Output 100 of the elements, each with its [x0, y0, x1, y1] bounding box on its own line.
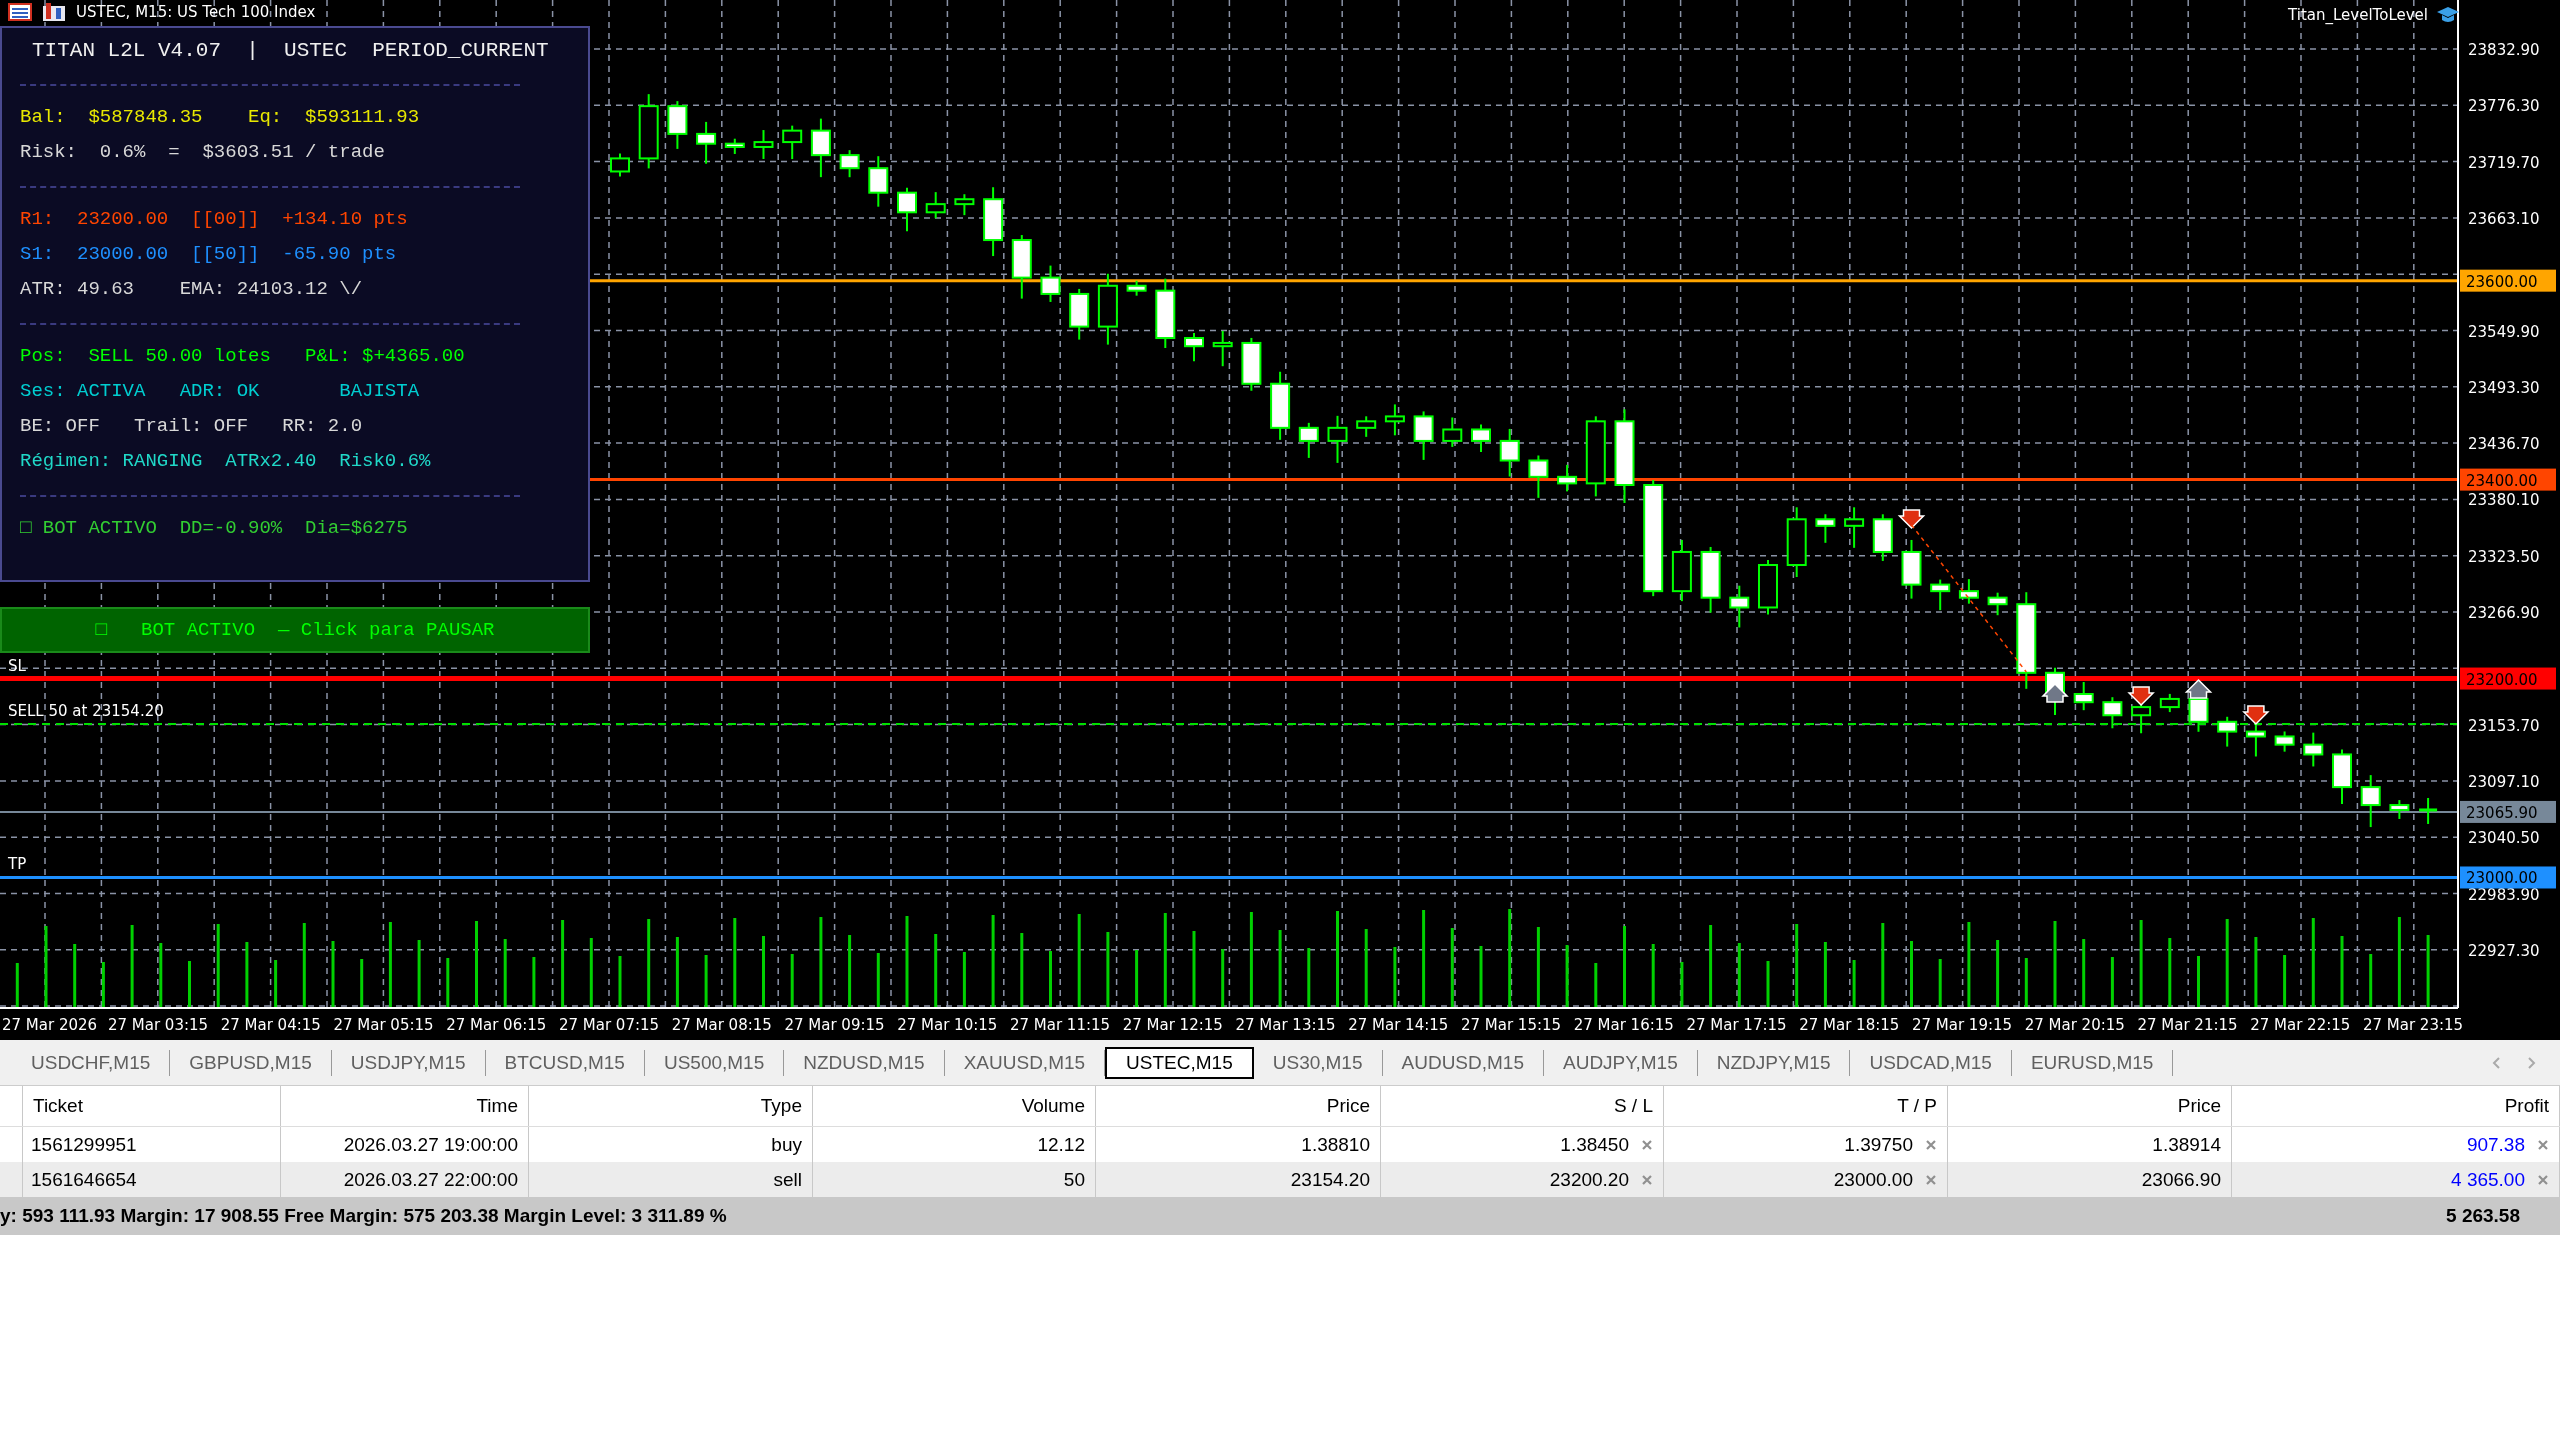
candle [1356, 415, 1377, 438]
time-axis-label: 27 Mar 15:15 [1460, 1016, 1562, 1034]
close-icon[interactable] [1925, 1173, 1937, 1186]
candle [1786, 506, 1807, 578]
volume-bar [2082, 939, 2086, 1008]
column-header[interactable]: Time [476, 1095, 518, 1117]
candle [810, 117, 831, 179]
candle [1958, 578, 1979, 605]
chart-icon[interactable] [42, 2, 66, 22]
candle [1671, 538, 1692, 603]
volume-bar [675, 937, 679, 1008]
candle [2073, 681, 2094, 712]
panel-line: R1: 23200.00 [[00]] +134.10 pts [20, 207, 409, 232]
symbol-tab[interactable]: US30,M15 [1253, 1049, 1383, 1076]
price-axis-label: 23493.30 [2468, 378, 2540, 397]
time-axis-label: 27 Mar 06:15 [446, 1016, 547, 1034]
symbol-tab[interactable]: BTCUSD,M15 [485, 1049, 645, 1076]
table-cell: 23000.00 [1833, 1168, 1913, 1191]
symbol-tab[interactable]: US500,M15 [644, 1049, 785, 1076]
column-header[interactable]: Type [760, 1095, 802, 1117]
table-cell: 2026.03.27 22:00:00 [343, 1168, 518, 1191]
column-header[interactable]: T / P [1897, 1095, 1937, 1117]
price-axis-label: 23097.10 [2468, 772, 2540, 791]
symbol-tab[interactable]: USDJPY,M15 [331, 1049, 486, 1076]
buy-arrow-icon [2041, 682, 2069, 703]
volume-bar [2197, 956, 2200, 1008]
time-axis-label: 27 Mar 09:15 [784, 1016, 885, 1034]
price-axis-label: 23266.90 [2468, 604, 2540, 622]
column-header[interactable]: Ticket [33, 1095, 83, 1117]
candle [724, 137, 745, 155]
volume-bar [2369, 954, 2373, 1008]
volume-bar [245, 942, 249, 1008]
candle [1930, 578, 1951, 612]
price-axis-label: 23832.90 [2468, 41, 2540, 59]
table-cell: 1.38914 [2152, 1133, 2221, 1156]
volume-bar [503, 939, 507, 1008]
price-axis-label: 23153.70 [2468, 716, 2540, 735]
candle [1442, 416, 1463, 448]
symbol-tab[interactable]: EURUSD,M15 [2011, 1049, 2174, 1076]
price-axis-label: 23040.50 [2468, 829, 2540, 848]
candle [1184, 332, 1204, 363]
symbol-tab[interactable]: AUDJPY,M15 [1544, 1049, 1698, 1076]
volume-bar [274, 960, 278, 1008]
table-cell: buy [771, 1133, 802, 1156]
column-header[interactable]: Volume [1021, 1095, 1085, 1117]
volume-bar [1996, 940, 2000, 1008]
candle [1270, 370, 1291, 441]
column-header[interactable]: Price [1326, 1095, 1370, 1117]
volume-bar [1479, 946, 1483, 1008]
candle [610, 152, 630, 178]
time-axis-label: 27 Mar 22:15 [2250, 1016, 2351, 1034]
candle [2389, 799, 2410, 820]
price-tag: 23400.00 [2460, 468, 2556, 491]
symbol-tab[interactable]: USTEC,M15 [1105, 1046, 1254, 1079]
panel-line: Pos: SELL 50.00 lotes P&L: $+4365.00 [20, 344, 466, 369]
close-icon[interactable] [1641, 1173, 1653, 1186]
symbol-tab[interactable]: AUDUSD,M15 [1382, 1049, 1544, 1076]
candle [1069, 287, 1090, 341]
panel-line: Ses: ACTIVA ADR: OK BAJISTA [20, 379, 421, 404]
column-header[interactable]: Price [2177, 1095, 2221, 1117]
volume-bar [876, 953, 880, 1008]
close-icon[interactable] [2537, 1138, 2549, 1151]
volume-bar [2340, 936, 2344, 1008]
total-profit: 5 263.58 [2446, 1205, 2520, 1227]
time-axis-label: 27 Mar 19:15 [1911, 1016, 2013, 1034]
column-header[interactable]: Profit [2504, 1095, 2549, 1117]
pause-bot-button[interactable]: □ BOT ACTIVO — Click para PAUSAR [0, 607, 590, 653]
menu-icon[interactable] [8, 3, 32, 21]
symbol-tab[interactable]: NZDUSD,M15 [784, 1049, 945, 1076]
price-axis-label: 23323.50 [2468, 547, 2540, 566]
symbol-tab[interactable]: USDCHF,M15 [12, 1049, 171, 1076]
volume-bar [331, 941, 335, 1008]
table-cell: 1561299951 [31, 1133, 137, 1156]
close-icon[interactable] [1925, 1138, 1937, 1151]
candle [839, 149, 860, 179]
close-icon[interactable] [1641, 1138, 1653, 1151]
candle [1384, 403, 1405, 437]
table-cell: 1561646654 [31, 1168, 137, 1191]
chevron-right-icon[interactable] [2526, 1055, 2536, 1070]
volume-bar [159, 943, 163, 1008]
candle [782, 124, 803, 161]
time-axis-label: 27 Mar 08:15 [671, 1016, 772, 1034]
table-cell: 1.38810 [1301, 1133, 1370, 1156]
table-row[interactable]: 1561646654 2026.03.27 22:00:00 sell 50 23154.20 23200.20 23000.00 23066.90 4 365.00 [0, 1162, 2560, 1197]
volume-bar [2110, 957, 2114, 1008]
chevron-left-icon[interactable] [2492, 1055, 2502, 1070]
symbol-tab[interactable]: USDCAD,M15 [1850, 1049, 2012, 1076]
close-icon[interactable] [2537, 1173, 2549, 1186]
volume-bar [1852, 960, 1856, 1008]
time-axis-label: 27 Mar 20:15 [2024, 1016, 2125, 1034]
candle [1040, 264, 1061, 303]
volume-bar [101, 962, 105, 1008]
column-header[interactable]: S / L [1613, 1095, 1653, 1117]
price-axis-label: 23776.30 [2468, 97, 2540, 116]
candle [1212, 329, 1233, 368]
line-label: TP [8, 855, 27, 874]
buy-arrow-icon [2184, 678, 2213, 699]
volume-bar [188, 961, 191, 1008]
symbol-tab[interactable]: NZDJPY,M15 [1697, 1049, 1851, 1076]
symbol-tab[interactable]: GBPUSD,M15 [170, 1049, 332, 1076]
